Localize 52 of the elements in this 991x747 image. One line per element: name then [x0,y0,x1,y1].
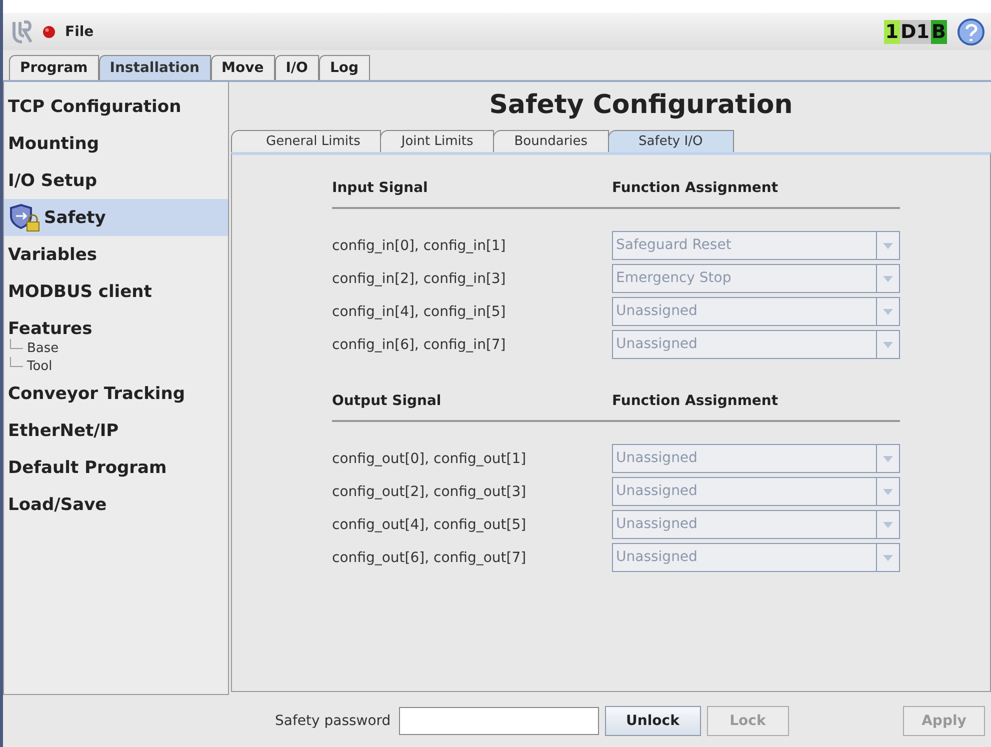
dropdown-arrow-icon [883,488,893,494]
status-code: D1 [900,20,931,44]
status-code: B [930,20,947,44]
password-field[interactable] [398,707,599,735]
page-title: Safety Configuration [488,89,794,122]
dropdown-arrow-icon [883,522,893,528]
column-heading: Function Assignment [612,393,778,409]
sub-tab[interactable]: Boundaries [493,130,609,152]
signal-label: config_out[6], config_out[7] [332,550,528,566]
sub-tab[interactable]: General Limits [231,130,382,152]
signal-label: config_out[2], config_out[3] [332,484,528,500]
sub-tab[interactable]: Joint Limits [380,130,494,152]
sidebar-item[interactable]: Conveyor Tracking [4,375,228,412]
sidebar-item[interactable]: Safety [4,199,228,236]
sidebar-item[interactable]: EtherNet/IP [4,412,228,449]
signal-label: config_out[4], config_out[5] [332,516,528,532]
sub-tab[interactable]: Safety I/O [608,130,734,152]
sidebar-item[interactable]: Default Program [4,449,228,486]
dropdown-arrow-icon [883,276,893,282]
dropdown-arrow-icon [883,308,893,314]
help-icon[interactable] [957,18,985,46]
main-tab[interactable]: Move [210,55,275,80]
column-heading: Input Signal [332,180,429,196]
signal-label: config_in[4], config_in[5] [332,304,507,320]
lock-button[interactable]: Unlock [604,706,701,736]
status-lamp-icon [43,26,55,38]
main-tab[interactable]: Installation [98,55,211,80]
sidebar-item[interactable]: Variables [4,236,228,273]
main-tab[interactable]: I/O [274,55,319,80]
sidebar-item[interactable]: I/O Setup [4,162,228,199]
logo-icon [11,20,33,44]
column-heading: Function Assignment [612,180,778,196]
main-tab[interactable]: Program [9,55,99,80]
signal-label: config_in[0], config_in[1] [332,238,507,254]
tree-item[interactable]: Base [10,339,228,357]
dropdown-arrow-icon [883,342,893,348]
dropdown-arrow-icon [883,554,893,560]
sidebar-item[interactable]: Load/Save [4,486,228,523]
file-menu[interactable]: File [65,24,94,40]
signal-label: config_in[6], config_in[7] [332,336,507,352]
status-code: 1 [884,20,900,44]
sidebar-item[interactable]: TCP Configuration [4,88,228,125]
main-tab[interactable]: Log [318,55,370,80]
signal-label: config_in[2], config_in[3] [332,270,507,286]
signal-label: config_out[0], config_out[1] [332,450,528,466]
dropdown-arrow-icon [883,456,893,462]
password-label: Safety password [275,713,391,729]
tree-item[interactable]: Tool [10,357,228,375]
sidebar-item[interactable]: Mounting [4,125,228,162]
dropdown-arrow-icon [883,242,893,248]
column-heading: Output Signal [332,393,442,409]
sidebar-item[interactable]: MODBUS client [4,273,228,310]
